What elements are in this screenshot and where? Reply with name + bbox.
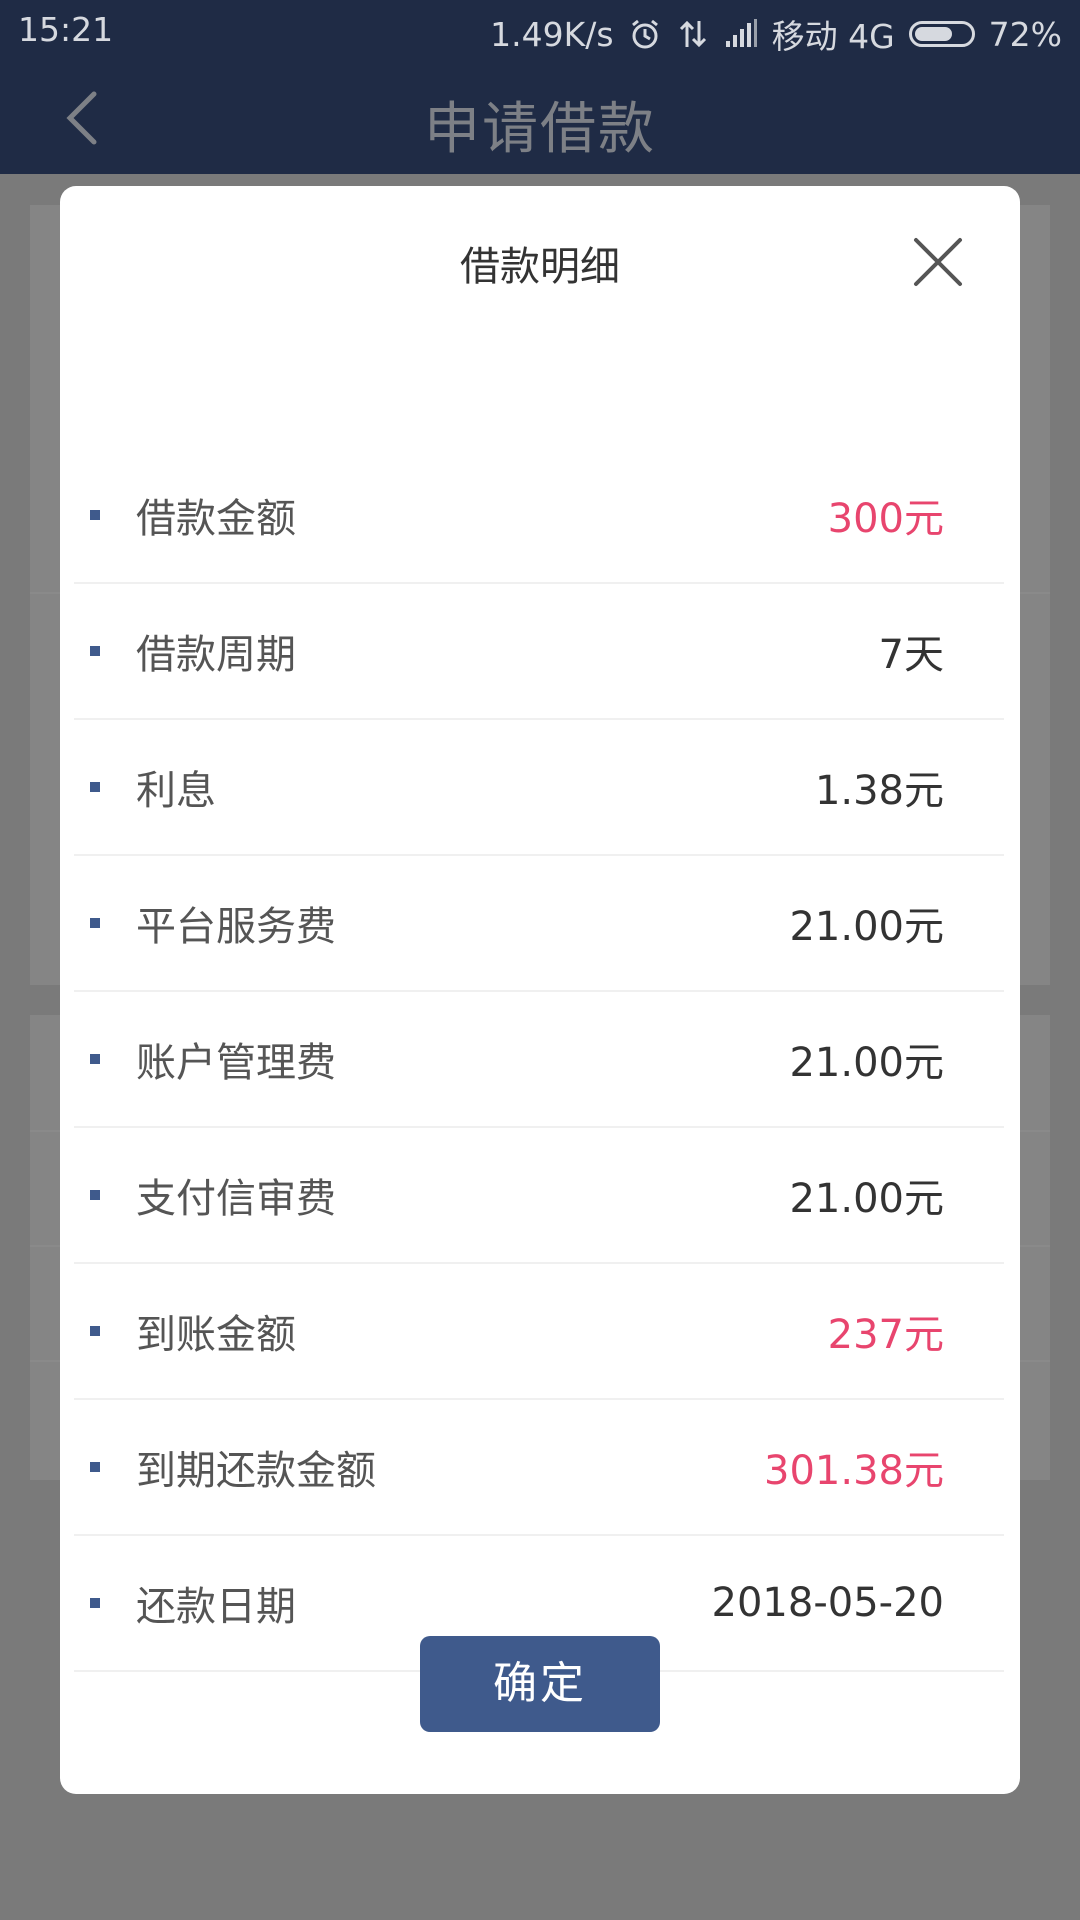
row-value: 1.38元 <box>814 768 944 814</box>
row-value: 7天 <box>878 632 944 678</box>
network-speed: 1.49K/s <box>490 14 614 54</box>
status-time: 15:21 <box>18 10 114 49</box>
app-bar: 申请借款 <box>0 62 1080 174</box>
bullet-icon <box>90 918 100 928</box>
bullet-icon <box>90 1326 100 1336</box>
bullet-icon <box>90 1598 100 1608</box>
detail-row-interest: 利息 1.38元 <box>74 720 1004 856</box>
close-icon[interactable] <box>912 236 964 288</box>
bullet-icon <box>90 646 100 656</box>
row-value: 21.00元 <box>789 1040 944 1086</box>
row-label: 借款金额 <box>136 496 296 542</box>
detail-row-account-fee: 账户管理费 21.00元 <box>74 992 1004 1128</box>
confirm-button[interactable]: 确定 <box>420 1636 660 1732</box>
status-right: 1.49K/s 移动 4G 72% <box>490 10 1062 58</box>
bullet-icon <box>90 1462 100 1472</box>
row-label: 到账金额 <box>136 1312 296 1358</box>
dialog-title: 借款明细 <box>460 244 620 290</box>
row-label: 平台服务费 <box>136 904 336 950</box>
battery-icon <box>908 21 975 47</box>
screen: 15:21 1.49K/s 移动 4G 72% 申请借款 借款明细 借款金额 3… <box>0 0 1080 1920</box>
row-value: 2018-05-20 <box>711 1580 944 1626</box>
bullet-icon <box>90 782 100 792</box>
row-value: 301.38元 <box>764 1448 944 1494</box>
battery-percent: 72% <box>988 14 1062 54</box>
row-label: 到期还款金额 <box>136 1448 376 1494</box>
alarm-icon <box>628 17 662 51</box>
row-value: 21.00元 <box>789 904 944 950</box>
detail-row-loan-period: 借款周期 7天 <box>74 584 1004 720</box>
row-label: 账户管理费 <box>136 1040 336 1086</box>
data-transfer-icon <box>676 17 710 51</box>
page-title: 申请借款 <box>424 97 656 162</box>
detail-row-platform-fee: 平台服务费 21.00元 <box>74 856 1004 992</box>
signal-icon <box>724 17 758 51</box>
detail-row-loan-amount: 借款金额 300元 <box>74 448 1004 584</box>
row-value: 237元 <box>827 1312 944 1358</box>
detail-row-received-amount: 到账金额 237元 <box>74 1264 1004 1400</box>
row-label: 借款周期 <box>136 632 296 678</box>
bullet-icon <box>90 1054 100 1064</box>
bullet-icon <box>90 1190 100 1200</box>
row-value: 300元 <box>827 496 944 542</box>
detail-list: 借款金额 300元 借款周期 7天 利息 1.38元 平台服务费 21.00元 … <box>74 448 1004 1672</box>
row-label: 支付信审费 <box>136 1176 336 1222</box>
detail-row-repayment-amount: 到期还款金额 301.38元 <box>74 1400 1004 1536</box>
bullet-icon <box>90 510 100 520</box>
carrier-label: 移动 4G <box>771 17 895 56</box>
row-label: 利息 <box>136 768 216 814</box>
detail-row-credit-review-fee: 支付信审费 21.00元 <box>74 1128 1004 1264</box>
row-label: 还款日期 <box>136 1584 296 1630</box>
status-bar: 15:21 1.49K/s 移动 4G 72% <box>0 0 1080 62</box>
loan-detail-dialog: 借款明细 借款金额 300元 借款周期 7天 利息 1.38元 平台服务费 21… <box>60 186 1020 1794</box>
row-value: 21.00元 <box>789 1176 944 1222</box>
